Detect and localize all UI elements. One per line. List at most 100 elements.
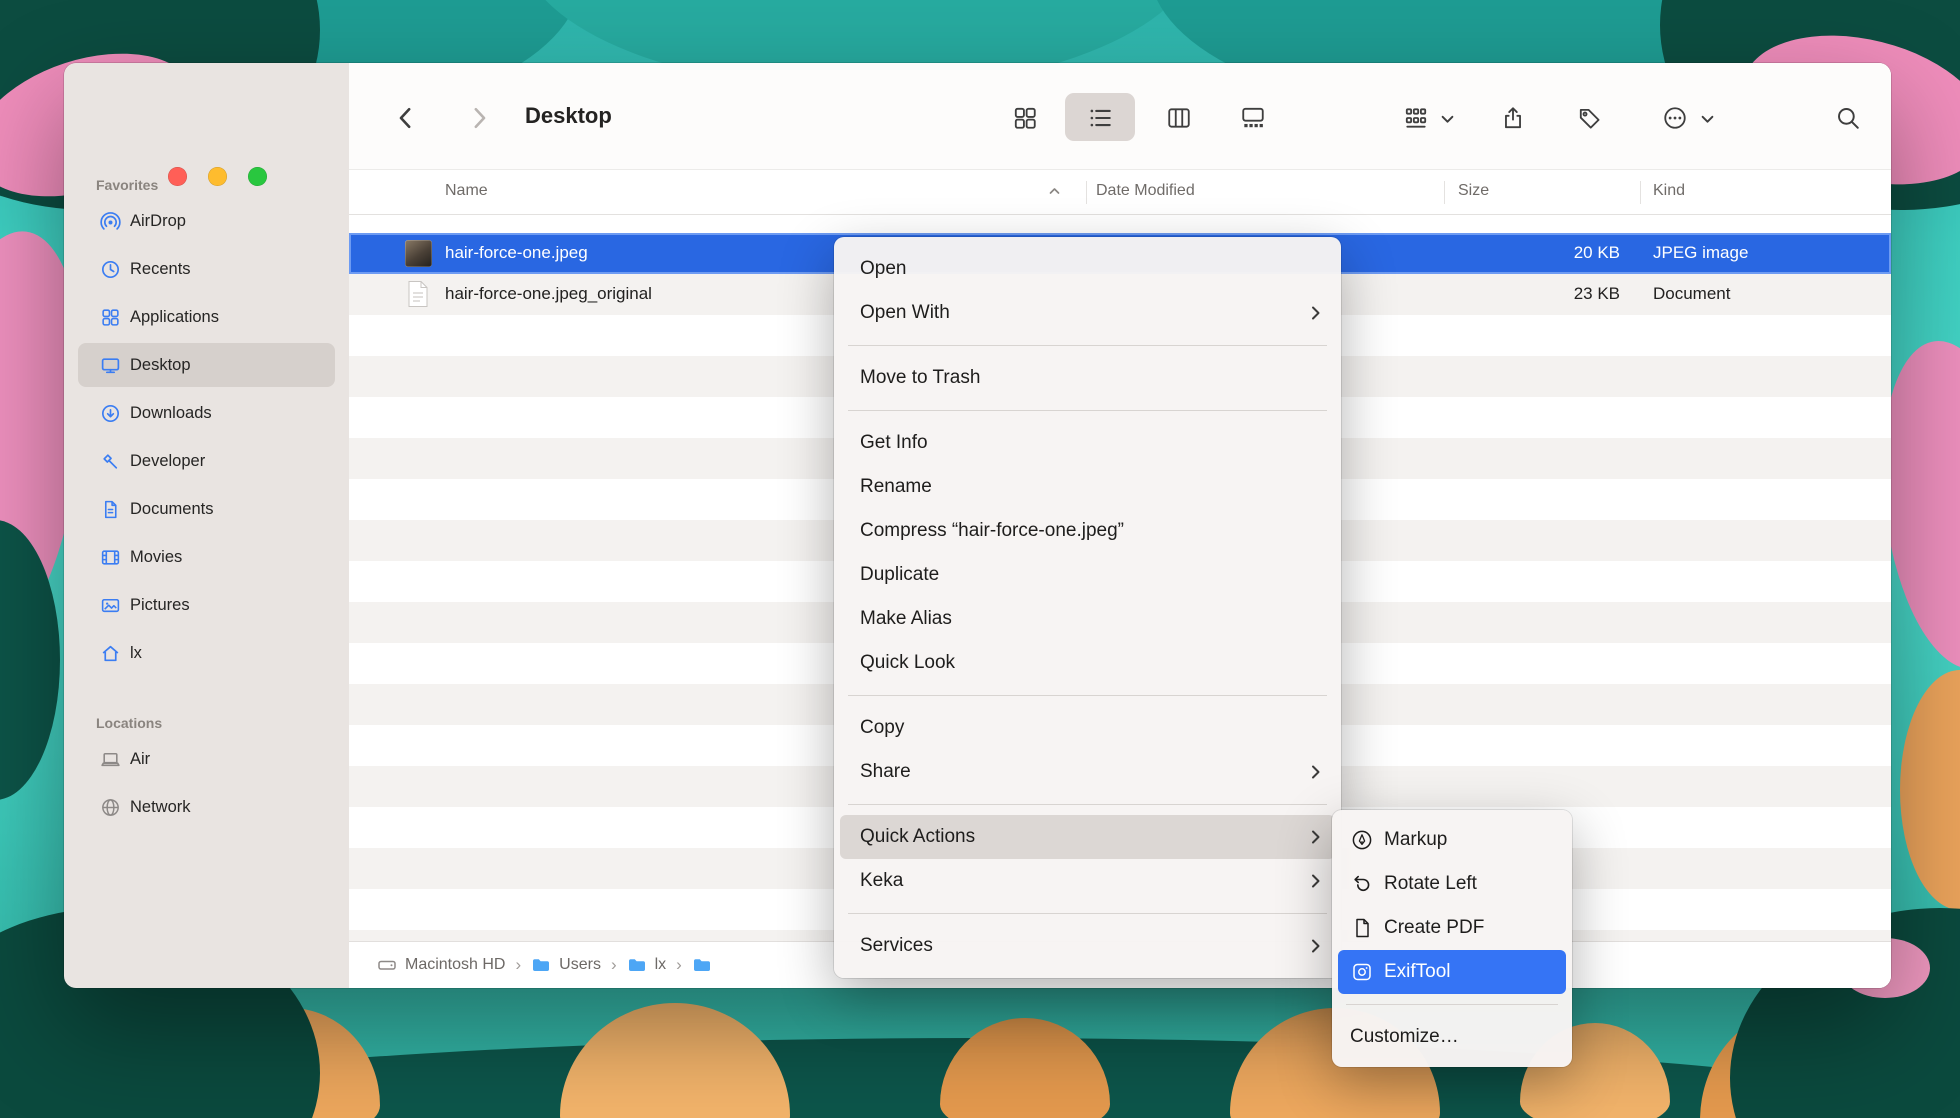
file-name: hair-force-one.jpeg_original (445, 284, 652, 304)
sidebar-item-downloads[interactable]: Downloads (78, 391, 335, 435)
close-window-button[interactable] (168, 167, 187, 186)
laptop-icon (100, 749, 121, 770)
menu-item-label: Compress “hair-force-one.jpeg” (860, 520, 1124, 542)
menu-item-get-info[interactable]: Get Info (840, 421, 1335, 465)
disk-icon (377, 955, 397, 975)
group-by-button[interactable] (1398, 100, 1434, 136)
context-menu: Open Open With Move to Trash Get Info Re… (834, 237, 1341, 978)
submenu-item-label: Markup (1384, 829, 1447, 851)
downloads-icon (100, 403, 121, 424)
column-view-button[interactable] (1161, 100, 1197, 136)
menu-item-copy[interactable]: Copy (840, 706, 1335, 750)
sidebar-item-airdrop[interactable]: AirDrop (78, 199, 335, 243)
share-button[interactable] (1495, 100, 1531, 136)
column-divider (1444, 181, 1445, 204)
file-kind: JPEG image (1653, 243, 1748, 263)
path-item[interactable]: Users (559, 956, 601, 974)
column-header-size[interactable]: Size (1458, 182, 1489, 200)
sidebar-item-documents[interactable]: Documents (78, 487, 335, 531)
submenu-item-rotate-left[interactable]: Rotate Left (1338, 862, 1566, 906)
column-header-row: Name Date Modified Size Kind (349, 170, 1891, 215)
submenu-item-label: ExifTool (1384, 961, 1451, 983)
toolbar: Desktop (349, 63, 1891, 170)
file-name: hair-force-one.jpeg (445, 243, 588, 263)
window-controls (168, 167, 267, 186)
submenu-item-label: Customize… (1350, 1026, 1459, 1048)
sidebar-item-label: Network (130, 798, 191, 817)
sidebar-item-desktop[interactable]: Desktop (78, 343, 335, 387)
submenu-item-exiftool[interactable]: ExifTool (1338, 950, 1566, 994)
sidebar-item-label: Desktop (130, 356, 191, 375)
sidebar-item-network[interactable]: Network (78, 785, 335, 829)
menu-item-services[interactable]: Services (840, 924, 1335, 968)
sidebar: Favorites AirDrop Recents (64, 63, 349, 988)
film-icon (100, 547, 121, 568)
document-file-icon (407, 280, 429, 308)
column-header-kind[interactable]: Kind (1653, 182, 1685, 200)
tag-button[interactable] (1572, 100, 1608, 136)
menu-item-label: Duplicate (860, 564, 939, 586)
path-item[interactable]: lx (655, 956, 667, 974)
photos-icon (100, 595, 121, 616)
menu-item-keka[interactable]: Keka (840, 859, 1335, 903)
submenu-item-markup[interactable]: Markup (1338, 818, 1566, 862)
menu-separator (848, 913, 1327, 914)
search-button[interactable] (1830, 100, 1866, 136)
menu-item-open[interactable]: Open (840, 247, 1335, 291)
minimize-window-button[interactable] (208, 167, 227, 186)
icon-view-button[interactable] (1007, 100, 1043, 136)
menu-item-move-to-trash[interactable]: Move to Trash (840, 356, 1335, 400)
back-button[interactable] (388, 100, 424, 136)
menu-item-label: Quick Look (860, 652, 955, 674)
menu-item-make-alias[interactable]: Make Alias (840, 597, 1335, 641)
menu-item-quick-look[interactable]: Quick Look (840, 641, 1335, 685)
exiftool-icon (1350, 960, 1374, 984)
sidebar-item-developer[interactable]: Developer (78, 439, 335, 483)
file-size: 20 KB (1444, 243, 1620, 263)
sidebar-item-label: Air (130, 750, 150, 769)
menu-item-duplicate[interactable]: Duplicate (840, 553, 1335, 597)
sidebar-item-movies[interactable]: Movies (78, 535, 335, 579)
sidebar-item-label: Pictures (130, 596, 190, 615)
sidebar-favorites-list: AirDrop Recents Applications (64, 199, 349, 675)
sidebar-item-applications[interactable]: Applications (78, 295, 335, 339)
list-view-button[interactable] (1082, 100, 1118, 136)
more-actions-button[interactable] (1657, 100, 1693, 136)
sidebar-item-label: AirDrop (130, 212, 186, 231)
sidebar-item-home-lx[interactable]: lx (78, 631, 335, 675)
forward-button[interactable] (461, 100, 497, 136)
menu-item-rename[interactable]: Rename (840, 465, 1335, 509)
sidebar-item-label: Downloads (130, 404, 212, 423)
gallery-view-button[interactable] (1235, 100, 1271, 136)
applications-icon (100, 307, 121, 328)
column-header-name[interactable]: Name (445, 182, 488, 200)
menu-item-share[interactable]: Share (840, 750, 1335, 794)
sidebar-item-pictures[interactable]: Pictures (78, 583, 335, 627)
home-icon (100, 643, 121, 664)
desktop-icon (100, 355, 121, 376)
path-separator: › (676, 955, 682, 975)
menu-item-quick-actions[interactable]: Quick Actions (840, 815, 1335, 859)
folder-icon (627, 955, 647, 975)
menu-item-label: Get Info (860, 432, 928, 454)
sidebar-item-air[interactable]: Air (78, 737, 335, 781)
folder-icon (692, 955, 712, 975)
file-kind: Document (1653, 284, 1730, 304)
zoom-window-button[interactable] (248, 167, 267, 186)
sidebar-item-label: Documents (130, 500, 213, 519)
column-header-date-modified[interactable]: Date Modified (1096, 182, 1195, 200)
sidebar-item-recents[interactable]: Recents (78, 247, 335, 291)
menu-item-compress[interactable]: Compress “hair-force-one.jpeg” (840, 509, 1335, 553)
menu-item-label: Copy (860, 717, 904, 739)
submenu-item-create-pdf[interactable]: Create PDF (1338, 906, 1566, 950)
chevron-right-icon (1311, 938, 1321, 954)
image-thumbnail (405, 240, 432, 267)
chevron-down-icon (1441, 115, 1454, 124)
menu-item-label: Quick Actions (860, 826, 975, 848)
menu-item-label: Make Alias (860, 608, 952, 630)
path-item[interactable]: Macintosh HD (405, 956, 505, 974)
sidebar-locations-list: Air Network (64, 737, 349, 829)
submenu-item-customize[interactable]: Customize… (1338, 1015, 1566, 1059)
sidebar-item-label: Recents (130, 260, 191, 279)
menu-item-open-with[interactable]: Open With (840, 291, 1335, 335)
